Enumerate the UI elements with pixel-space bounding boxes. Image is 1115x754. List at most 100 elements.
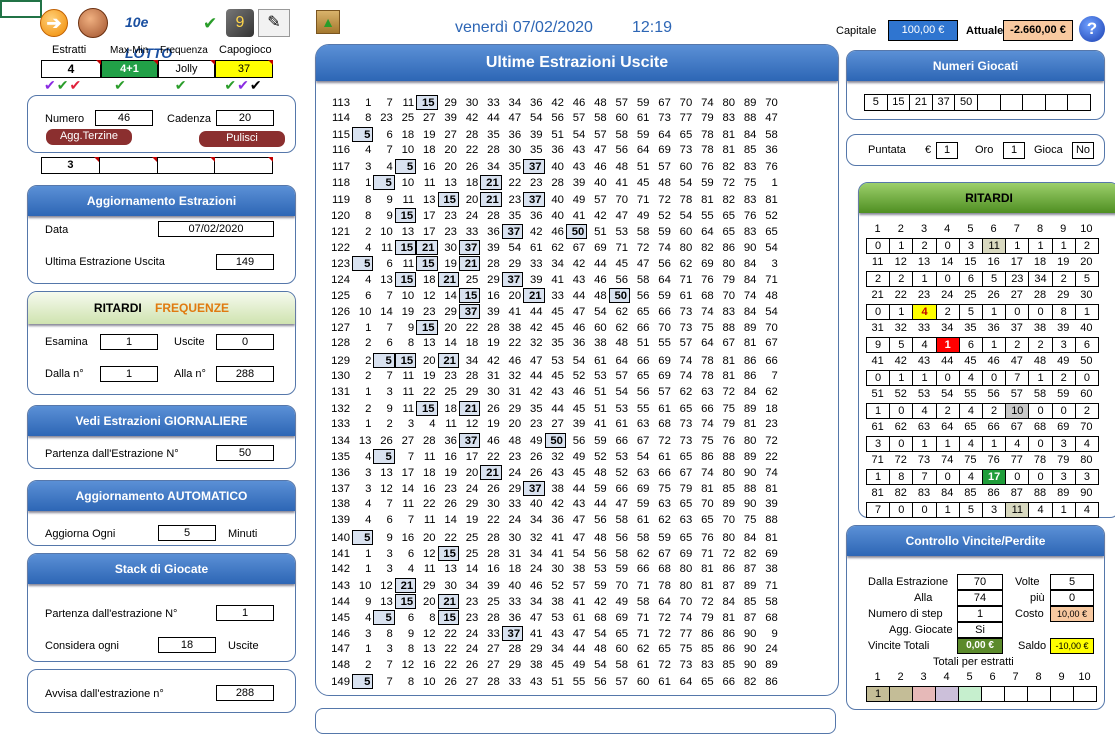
oro-input[interactable]: 1 (1003, 142, 1025, 159)
estratti-value[interactable]: 4 (41, 60, 101, 78)
puntata-input[interactable]: 1 (936, 142, 958, 159)
estratto-cell: 7 (771, 369, 778, 382)
ritardo-num-label: 15 (964, 256, 977, 268)
numero-giocato-cell[interactable]: 21 (909, 94, 933, 111)
step-input[interactable]: 1 (957, 606, 1003, 622)
estratto-cell: 45 (615, 257, 629, 270)
estrazione-row: 115 5 6 18 19 27 28 35 36 39 51 54 57 58 59 64 65 78 81 84 5… (326, 127, 780, 143)
numero-giocato-cell[interactable] (1022, 94, 1046, 111)
numero-giocato-cell[interactable] (1044, 94, 1069, 111)
avvisa-input[interactable]: 288 (216, 685, 274, 701)
estratto-cell: 47 (615, 498, 629, 511)
estratto-cell: 30 (444, 579, 457, 592)
estratto-cell: 5 (352, 674, 374, 690)
agg-terzine-button[interactable]: Agg.Terzine (46, 129, 132, 145)
numero-giocato-cell[interactable] (976, 94, 1001, 111)
giornaliere-input[interactable]: 50 (216, 445, 274, 461)
estratto-cell: 45 (572, 467, 586, 480)
estratto-cell: 9 (365, 595, 372, 608)
package-icon[interactable]: ▲ (316, 10, 340, 34)
volte-input[interactable]: 5 (1050, 574, 1094, 590)
capitale-value[interactable]: 100,00 € (888, 20, 958, 41)
terzine-cell[interactable]: 3 (41, 157, 100, 174)
estratto-cell: 48 (594, 97, 607, 109)
ultima-input[interactable]: 149 (216, 254, 274, 270)
estratto-cell: 22 (487, 514, 500, 527)
help-icon[interactable]: ? (1079, 16, 1105, 42)
capogioco-value[interactable]: 37 (215, 60, 273, 78)
estratto-cell: 6 (386, 514, 393, 527)
numero-giocato-cell[interactable]: 15 (886, 94, 911, 111)
ritardo-num-label: 34 (941, 322, 954, 334)
estratto-cell: 41 (508, 306, 522, 319)
ritardo-num-label: 43 (917, 355, 931, 367)
totali-num-label: 8 (1035, 671, 1042, 683)
edit-icon[interactable]: ✎ (258, 9, 290, 37)
selected-cell[interactable] (0, 0, 42, 18)
frequenza-value[interactable]: Jolly (158, 60, 215, 78)
estratto-cell: 9 (386, 402, 393, 415)
bottom-bar[interactable] (315, 708, 836, 734)
maxmin-value[interactable]: 4+1 (101, 60, 158, 78)
estratto-cell: 16 (422, 483, 436, 496)
estratto-cell: 28 (551, 177, 564, 190)
estratto-cell: 28 (487, 322, 500, 335)
estratto-cell: 56 (658, 257, 671, 270)
estrazione-row: 145 4 5 6 8 15 23 28 36 47 53 61 68 69 71 72 74 79 81 87 68 (326, 610, 780, 626)
terzine-cell[interactable] (157, 157, 216, 174)
uscite-input[interactable]: 0 (216, 334, 274, 350)
data-input[interactable]: 07/02/2020 (158, 221, 274, 237)
estratto-cell: 56 (615, 274, 629, 287)
estratto-cell: 22 (422, 385, 436, 398)
partenza-input[interactable]: 1 (216, 605, 274, 621)
estratto-cell: 7 (407, 514, 415, 527)
estratto-cell: 58 (615, 514, 629, 527)
numero-giocato-cell[interactable] (1067, 94, 1091, 111)
aggiorna-input[interactable]: 5 (158, 525, 216, 541)
estratto-cell: 8 (365, 193, 372, 206)
numero-giocato-cell[interactable]: 5 (864, 94, 888, 111)
ritardo-value-cell: 1 (1074, 304, 1100, 320)
ritardi-frequenze-title[interactable]: RITARDI FREQUENZE (28, 292, 295, 324)
cadenza-input[interactable]: 20 (216, 110, 274, 126)
numero-giocato-cell[interactable] (999, 94, 1024, 111)
estratto-cell: 45 (551, 369, 564, 382)
considera-input[interactable]: 18 (158, 637, 216, 653)
alla-input[interactable]: 288 (216, 366, 274, 382)
esamina-input[interactable]: 1 (100, 334, 158, 350)
ritardo-num-label: 41 (871, 355, 884, 367)
piu-input[interactable]: 0 (1050, 590, 1094, 606)
tile-icon[interactable]: 9 (226, 9, 254, 37)
ritardi-tab-label[interactable]: RITARDI (94, 301, 142, 315)
estratto-cell: 20 (444, 144, 457, 157)
estratto-cell: 41 (572, 209, 586, 222)
estratto-cell: 52 (765, 209, 778, 222)
frequenze-tab-label[interactable]: FREQUENZE (155, 301, 229, 315)
estratto-cell: 38 (529, 659, 543, 672)
numero-giocato-cell[interactable]: 37 (931, 94, 956, 111)
dalla-estrazione-input[interactable]: 70 (957, 574, 1003, 590)
dalla-input[interactable]: 1 (100, 366, 158, 382)
attuale-value[interactable]: -2.660,00 € (1003, 20, 1073, 41)
estratto-cell: 48 (615, 337, 629, 350)
terzine-cell[interactable] (99, 157, 158, 174)
numero-input[interactable]: 46 (95, 110, 153, 126)
alla-estrazione-input[interactable]: 74 (957, 590, 1003, 606)
check-icon[interactable]: ✔ (203, 14, 217, 34)
estratto-cell: 50 (608, 288, 631, 304)
pulisci-button[interactable]: Pulisci (199, 131, 285, 147)
estratto-cell: 28 (422, 434, 436, 447)
estratto-cell: 28 (487, 612, 500, 624)
ritardo-value-cell: 2 (1074, 238, 1100, 254)
terzine-cell[interactable] (215, 157, 273, 174)
ritardo-value-cell: 34 (1028, 271, 1053, 287)
ritardo-num-label: 59 (1057, 388, 1070, 400)
estratto-cell: 6 (365, 290, 372, 303)
estratto-cell: 18 (765, 402, 778, 415)
agg-giocate-input[interactable]: Si (957, 622, 1003, 638)
gioca-input[interactable]: No (1072, 142, 1094, 159)
arrow-right-icon[interactable]: ➔ (40, 9, 68, 37)
estratto-cell: 21 (480, 191, 502, 207)
numero-giocato-cell[interactable]: 50 (954, 94, 978, 111)
coin-icon[interactable] (78, 8, 108, 38)
